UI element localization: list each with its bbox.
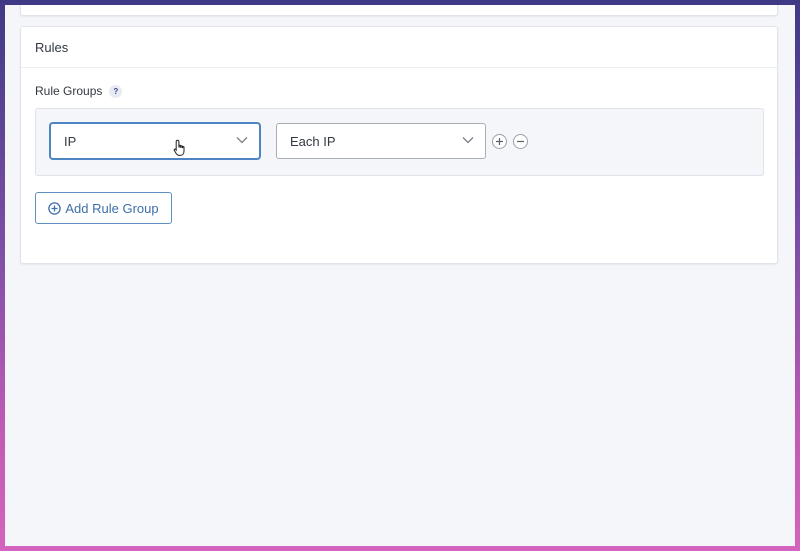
chevron-down-icon xyxy=(462,137,474,144)
rules-card-header: Rules xyxy=(21,27,777,68)
plus-icon xyxy=(496,138,503,145)
rules-card: Rules Rule Groups ? IP Each IP Add Rule … xyxy=(20,26,778,264)
add-rule-group-label: Add Rule Group xyxy=(65,200,159,216)
condition-select[interactable]: IP xyxy=(50,123,260,159)
add-rule-group-button[interactable]: Add Rule Group xyxy=(35,192,172,224)
question-icon[interactable]: ? xyxy=(109,84,123,98)
rule-group-row: IP Each IP xyxy=(35,108,764,176)
scope-select-value: Each IP xyxy=(290,133,336,149)
rule-groups-label-row: Rule Groups ? xyxy=(35,84,123,98)
hand-pointer-icon xyxy=(173,139,185,156)
condition-select-value: IP xyxy=(64,133,77,149)
remove-rule-button[interactable] xyxy=(513,134,528,149)
chevron-down-icon xyxy=(236,137,248,144)
minus-icon xyxy=(517,140,524,143)
plus-circle-icon xyxy=(48,201,62,215)
scope-select[interactable]: Each IP xyxy=(276,123,486,159)
rule-groups-label: Rule Groups xyxy=(35,84,103,98)
add-rule-button[interactable] xyxy=(492,134,507,149)
previous-section-card xyxy=(20,5,778,16)
settings-viewport: Rules Rule Groups ? IP Each IP Add Rule … xyxy=(5,5,795,546)
rules-title: Rules xyxy=(35,39,69,55)
